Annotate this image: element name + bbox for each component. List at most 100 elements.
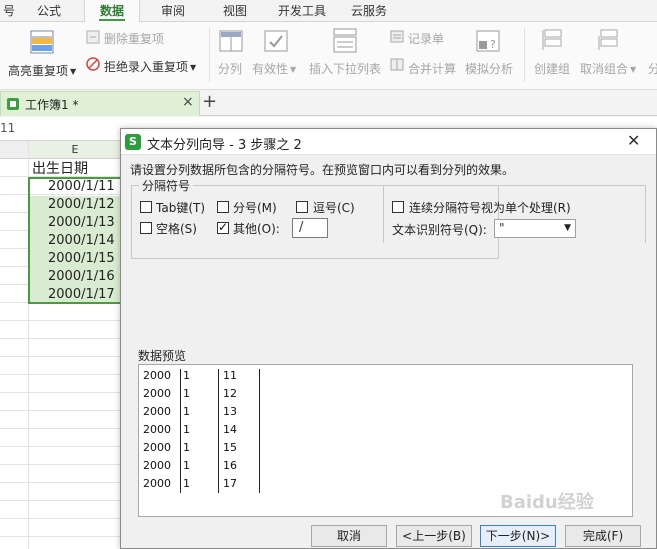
semicolon-checkbox[interactable]: [217, 201, 229, 213]
selection-border: [28, 177, 123, 304]
delete-duplicates-button[interactable]: 删除重复项: [104, 30, 164, 47]
chevron-down-icon: ▼: [630, 65, 637, 74]
ribbon-divider: [524, 28, 525, 82]
preview-cell: 2000: [143, 459, 171, 472]
tab-review[interactable]: 审阅: [148, 0, 198, 22]
preview-cell: 11: [223, 369, 237, 382]
insert-dropdown-button[interactable]: 插入下拉列表: [309, 60, 381, 77]
workbook-tab-bar: 工作簿1 * × +: [0, 90, 657, 116]
preview-cell: 16: [223, 459, 237, 472]
workbook-tab-label: 工作簿1 *: [25, 98, 79, 112]
finish-button[interactable]: 完成(F): [565, 525, 641, 547]
text-qualifier-select[interactable]: " ▼: [494, 219, 576, 238]
tab-developer[interactable]: 开发工具: [272, 0, 332, 22]
what-if-icon: ?: [476, 30, 500, 52]
space-checkbox-label: 空格(S): [156, 222, 197, 236]
truncated-ribbon-button[interactable]: 分: [648, 60, 657, 77]
delimiter-group-title: 分隔符号: [139, 177, 194, 194]
back-button[interactable]: <上一步(B): [396, 525, 472, 547]
preview-cell: 15: [223, 441, 237, 454]
text-to-columns-dialog: S 文本分列向导 - 3 步骤之 2 ✕ 请设置分列数据所包含的分隔符号。在预览…: [120, 128, 657, 549]
chevron-down-icon: ▼: [70, 67, 77, 76]
consecutive-checkbox[interactable]: [392, 201, 404, 213]
preview-cell: 17: [223, 477, 237, 490]
ungroup-button[interactable]: 取消组合 ▼: [580, 60, 636, 77]
other-checkbox-label: 其他(O):: [233, 222, 280, 236]
header-cell[interactable]: 出生日期: [32, 160, 88, 178]
highlight-duplicates-icon: [30, 30, 54, 54]
dropdown-list-icon: [333, 28, 357, 53]
other-checkbox[interactable]: [217, 220, 229, 234]
consecutive-checkbox-label: 连续分隔符号视为单个处理(R): [409, 201, 571, 215]
preview-cell: 2000: [143, 423, 171, 436]
workbook-tab[interactable]: 工作簿1 * ×: [0, 91, 200, 116]
highlight-duplicates-label: 高亮重复项: [8, 64, 69, 78]
preview-cell: 2000: [143, 441, 171, 454]
add-workbook-icon[interactable]: +: [202, 91, 217, 112]
dialog-titlebar[interactable]: S 文本分列向导 - 3 步骤之 2 ✕: [121, 129, 656, 155]
tab-cloud[interactable]: 云服务: [344, 0, 394, 22]
chevron-down-icon: ▼: [190, 63, 197, 72]
column-break-line[interactable]: [259, 369, 260, 493]
consolidate-button[interactable]: 合并计算: [408, 60, 456, 77]
tab-home-partial[interactable]: 号: [0, 0, 18, 22]
dialog-app-icon: S: [125, 134, 141, 150]
svg-text:?: ?: [490, 38, 496, 51]
group-icon: [542, 29, 562, 50]
preview-cell: 12: [223, 387, 237, 400]
tab-checkbox-label: Tab键(T): [156, 201, 206, 215]
column-header-e[interactable]: E: [29, 141, 122, 159]
cell-reference[interactable]: 11: [0, 121, 15, 135]
dialog-title: 文本分列向导 - 3 步骤之 2: [147, 138, 302, 153]
preview-cell: 2000: [143, 369, 171, 382]
preview-cell: 1: [183, 423, 190, 436]
space-checkbox[interactable]: [140, 222, 152, 234]
preview-cell: 13: [223, 405, 237, 418]
chevron-down-icon: ▼: [564, 223, 571, 233]
other-delimiter-input[interactable]: /: [292, 218, 328, 238]
validity-icon: [264, 30, 288, 52]
create-group-button[interactable]: 创建组: [534, 60, 570, 77]
text-qualifier-value: ": [499, 221, 505, 235]
record-form-button[interactable]: 记录单: [408, 30, 444, 47]
tab-formula[interactable]: 公式: [24, 0, 74, 22]
split-column-button[interactable]: 分列: [218, 60, 242, 77]
dialog-instruction: 请设置分列数据所包含的分隔符号。在预览窗口内可以看到分列的效果。: [130, 163, 515, 177]
sheet-icon: [7, 98, 19, 110]
record-form-icon: [390, 30, 404, 43]
reject-duplicates-label: 拒绝录入重复项: [104, 60, 189, 74]
text-qualifier-label: 文本识别符号(Q):: [392, 223, 487, 237]
reject-duplicates-button[interactable]: 拒绝录入重复项 ▼: [104, 58, 196, 75]
cancel-button[interactable]: 取消: [311, 525, 387, 547]
data-preview-pane[interactable]: 2000 1 11 2000 1 12 2000 1 13 2000 1 14 …: [138, 364, 633, 517]
preview-cell: 2000: [143, 405, 171, 418]
preview-label: 数据预览: [138, 349, 187, 363]
ribbon-tab-bar: 号 公式 数据 审阅 视图 开发工具 云服务: [0, 0, 657, 23]
ungroup-label: 取消组合: [580, 62, 629, 76]
ribbon-divider: [209, 28, 210, 82]
column-break-line[interactable]: [180, 369, 181, 493]
validity-label: 有效性: [252, 62, 289, 76]
preview-cell: 2000: [143, 387, 171, 400]
ribbon-toolbar: 高亮重复项 ▼ 删除重复项 拒绝录入重复项 ▼ 分列 有效性 ▼ 插入下拉列表 记录单: [0, 22, 657, 90]
what-if-analysis-button[interactable]: 模拟分析: [465, 60, 513, 77]
next-button[interactable]: 下一步(N)>: [480, 525, 556, 547]
preview-cell: 2000: [143, 477, 171, 490]
close-tab-icon[interactable]: ×: [182, 94, 194, 110]
ungroup-icon: [598, 29, 618, 50]
tab-checkbox[interactable]: [140, 201, 152, 213]
comma-checkbox[interactable]: [296, 201, 308, 213]
close-icon[interactable]: ✕: [627, 131, 640, 150]
semicolon-checkbox-label: 分号(M): [233, 201, 277, 215]
split-column-icon: [219, 30, 243, 52]
preview-cell: 1: [183, 477, 190, 490]
validity-button[interactable]: 有效性 ▼: [252, 60, 296, 77]
preview-cell: 1: [183, 459, 190, 472]
consolidate-icon: [390, 58, 404, 71]
preview-cell: 1: [183, 405, 190, 418]
tab-data[interactable]: 数据: [84, 0, 140, 23]
highlight-duplicates-button[interactable]: 高亮重复项 ▼: [8, 26, 80, 86]
preview-cell: 1: [183, 441, 190, 454]
tab-view[interactable]: 视图: [210, 0, 260, 22]
column-break-line[interactable]: [218, 369, 219, 493]
